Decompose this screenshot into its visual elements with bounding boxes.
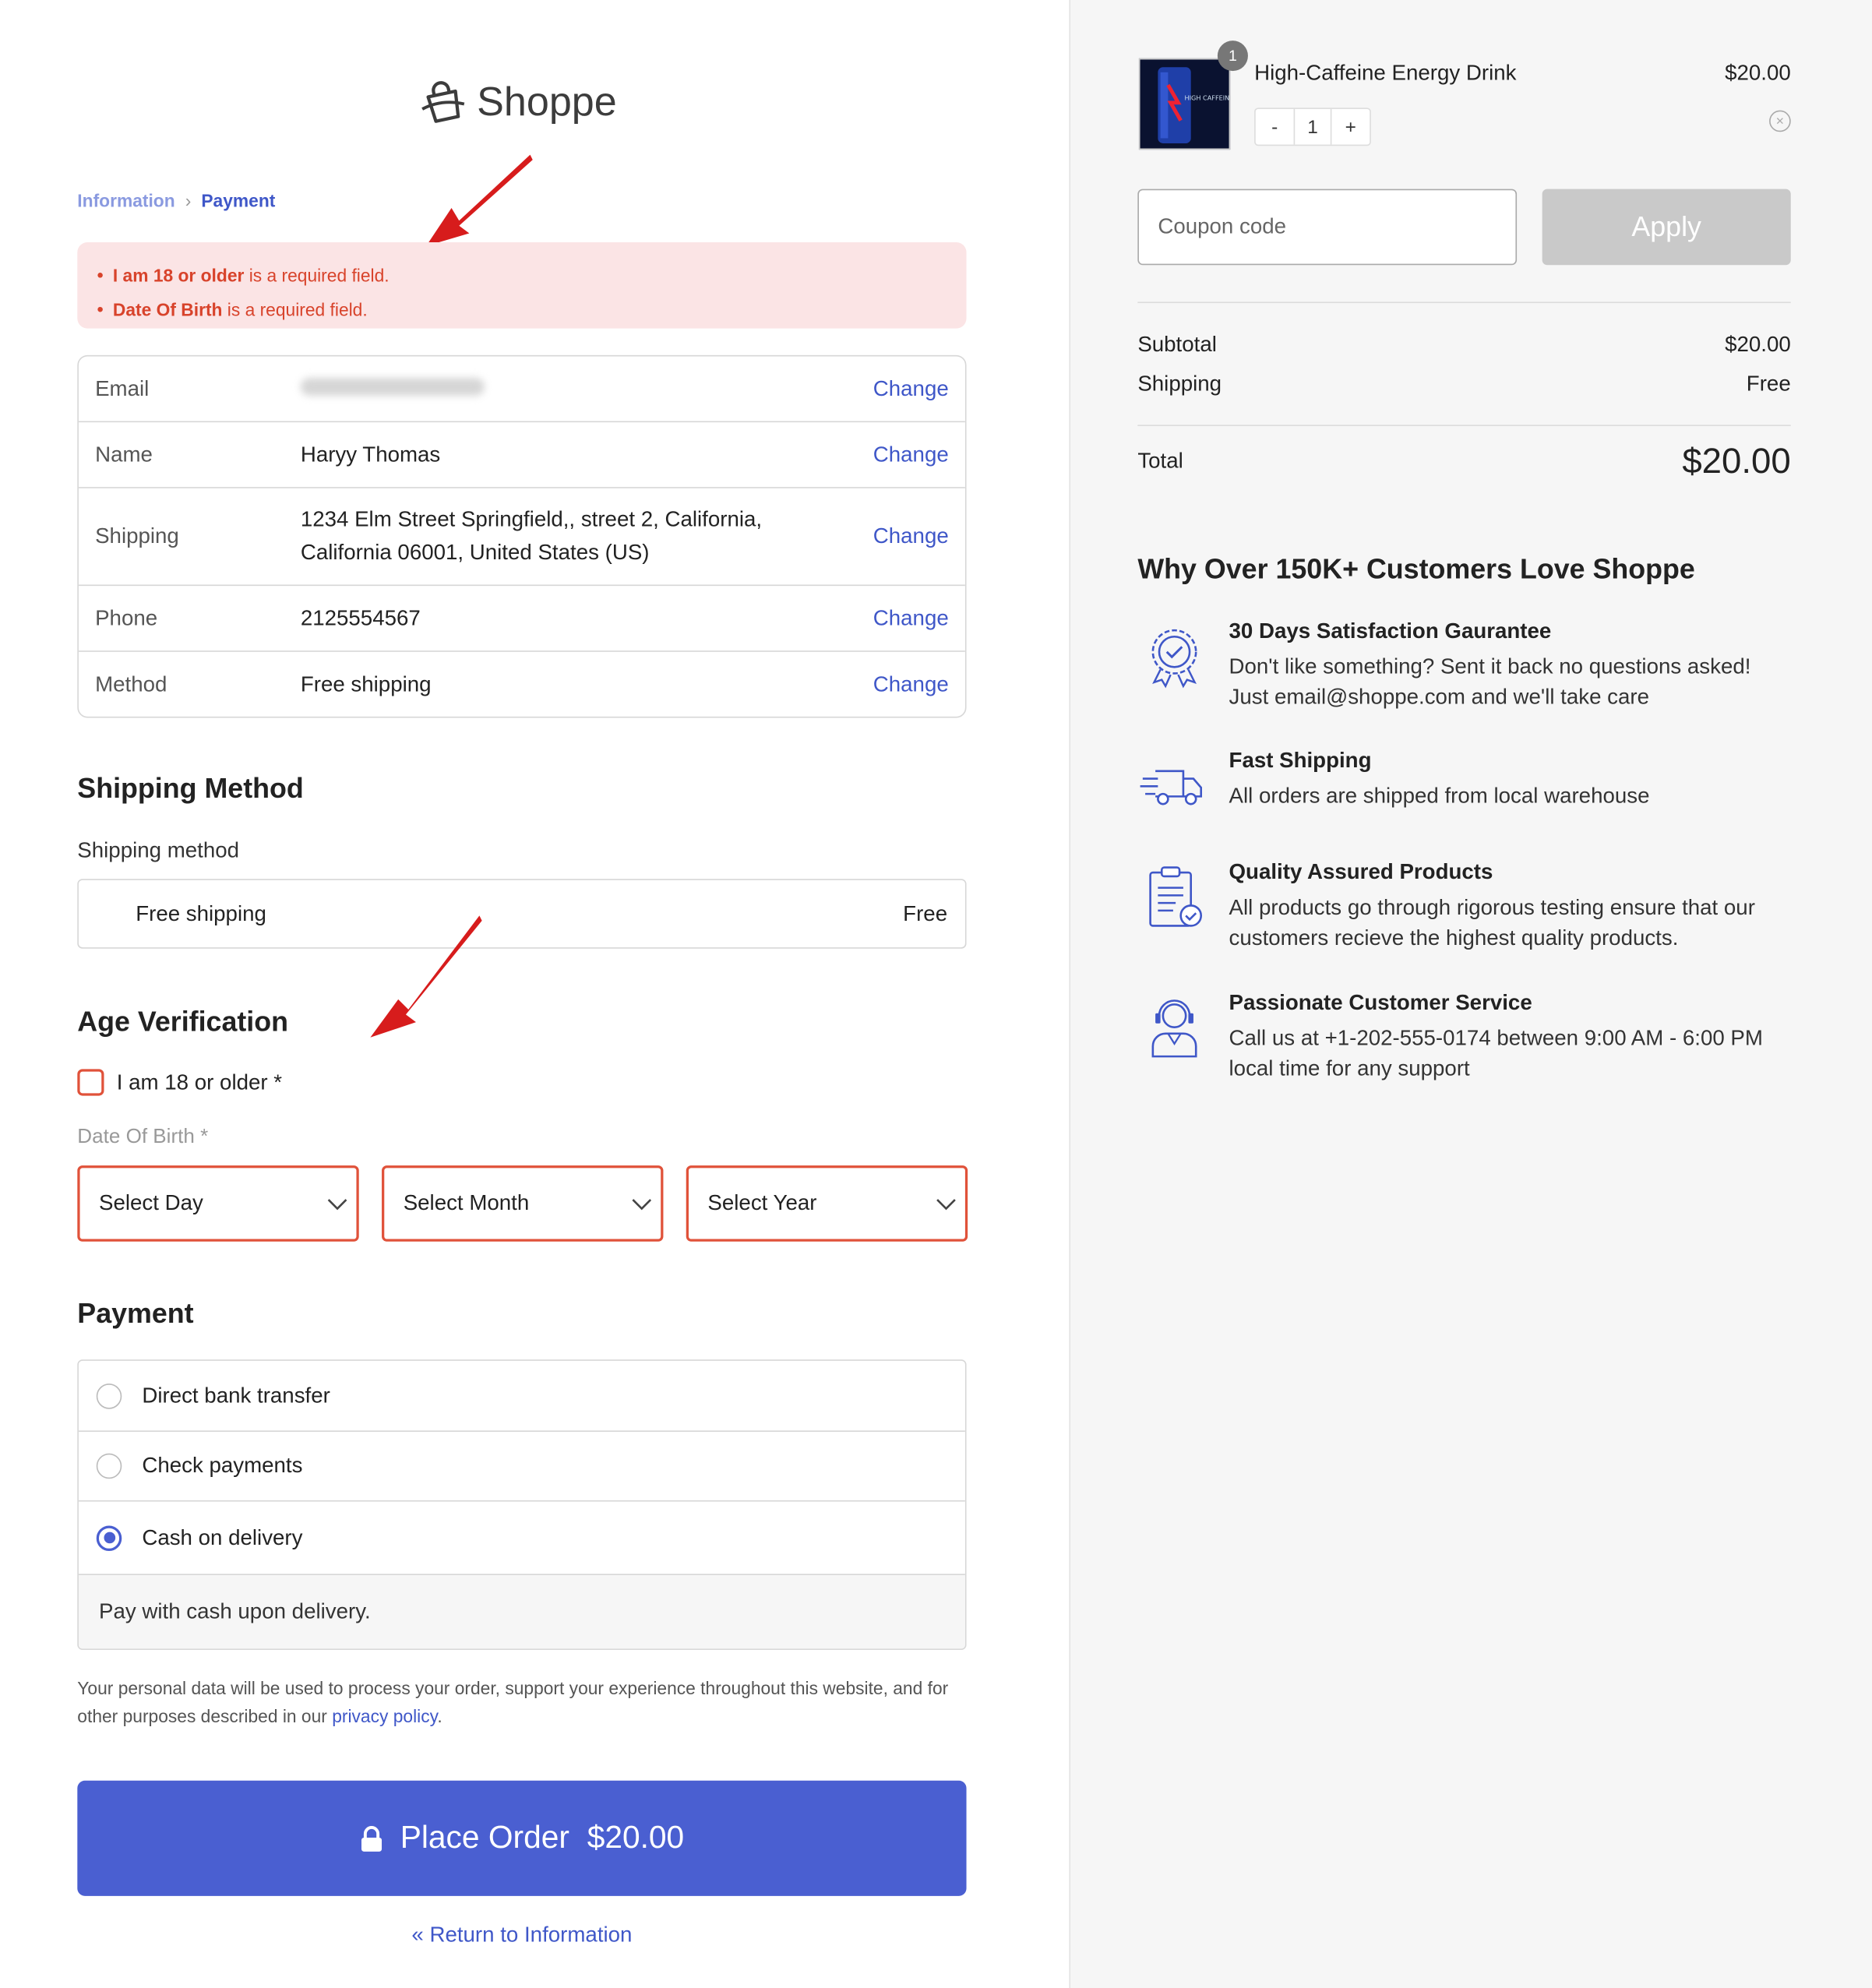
product-price: $20.00 (1725, 61, 1791, 86)
shopping-bag-icon (421, 81, 465, 123)
change-shipping-link[interactable]: Change (873, 523, 949, 549)
error-item-dob: Date Of Birth is a required field. (97, 291, 946, 326)
customer-info-table: Email Change Name Haryy Thomas Change Sh… (77, 354, 967, 718)
shipping-method-heading: Shipping Method (77, 772, 304, 805)
lock-icon (361, 1825, 382, 1852)
feature-satisfaction: 30 Days Satisfaction Gaurantee Don't lik… (1137, 619, 1790, 712)
clipboard-check-icon (1149, 866, 1203, 927)
badge-check-icon (1151, 629, 1197, 689)
shipping-option-free[interactable]: Free shipping Free (77, 879, 967, 949)
age-verification-heading: Age Verification (77, 1006, 289, 1038)
remove-item-icon[interactable]: × (1769, 110, 1791, 132)
dob-label: Date Of Birth * (77, 1126, 209, 1148)
email-value-blurred (300, 377, 485, 396)
breadcrumb: Information › Payment (77, 190, 275, 210)
privacy-notice: Your personal data will be used to proce… (77, 1677, 949, 1726)
info-row-name: Name Haryy Thomas Change (78, 422, 965, 488)
chevron-down-icon (327, 1199, 347, 1211)
error-notice: I am 18 or older is a required field. Da… (77, 241, 967, 329)
age-checkbox-label: I am 18 or older * (116, 1070, 283, 1094)
breadcrumb-payment: Payment (201, 190, 276, 211)
select-day-dropdown[interactable]: Select Day (77, 1165, 359, 1242)
radio-button[interactable] (96, 1453, 122, 1479)
support-agent-icon (1151, 999, 1197, 1058)
qty-increase-button[interactable]: + (1331, 109, 1370, 145)
return-to-information-link[interactable]: « Return to Information (77, 1923, 966, 1948)
order-summary-panel: HIGH CAFFEINE HIGH ENERGY 1 High-Caffein… (1069, 0, 1872, 1988)
radio-button[interactable] (96, 1383, 122, 1408)
shipping-method-label: Shipping method (77, 838, 240, 863)
chevron-down-icon (632, 1199, 652, 1211)
payment-heading: Payment (77, 1297, 194, 1330)
truck-icon (1140, 770, 1203, 805)
age-checkbox[interactable] (77, 1069, 104, 1096)
energy-drink-can-icon: HIGH CAFFEINE HIGH ENERGY (1140, 59, 1231, 149)
privacy-policy-link[interactable]: privacy policy (332, 1706, 437, 1726)
payment-methods: Direct bank transfer Check payments Cash… (77, 1359, 967, 1651)
breadcrumb-information[interactable]: Information (77, 190, 175, 210)
change-phone-link[interactable]: Change (873, 605, 949, 631)
chevron-down-icon (936, 1199, 956, 1211)
quantity-stepper: - 1 + (1254, 108, 1371, 146)
svg-text:HIGH CAFFEINE HIGH ENERGY: HIGH CAFFEINE HIGH ENERGY (1185, 94, 1231, 102)
bullet-icon (97, 306, 103, 312)
change-name-link[interactable]: Change (873, 442, 949, 467)
info-row-shipping: Shipping 1234 Elm Street Springfield,, s… (78, 488, 965, 587)
payment-option-cod[interactable]: Cash on delivery (78, 1502, 965, 1575)
checkout-form-panel: Shoppe Information › Payment I am 18 or … (0, 0, 1070, 1988)
apply-coupon-button[interactable]: Apply (1542, 189, 1791, 266)
payment-option-bank[interactable]: Direct bank transfer (78, 1361, 965, 1433)
why-heading: Why Over 150K+ Customers Love Shoppe (1137, 552, 1695, 585)
divider (1137, 301, 1791, 304)
feature-fast-shipping: Fast Shipping All orders are shipped fro… (1137, 749, 1790, 822)
feature-quality: Quality Assured Products All products go… (1137, 860, 1790, 953)
info-row-email: Email Change (78, 356, 965, 423)
payment-option-check[interactable]: Check payments (78, 1432, 965, 1502)
subtotal-row: Subtotal $20.00 (1137, 332, 1791, 357)
coupon-input[interactable]: Coupon code (1137, 189, 1518, 266)
info-row-method: Method Free shipping Change (95, 671, 949, 697)
radio-button-selected[interactable] (96, 1524, 122, 1551)
age-checkbox-row[interactable]: I am 18 or older * (77, 1069, 283, 1096)
cart-quantity-badge: 1 (1217, 41, 1248, 72)
select-month-dropdown[interactable]: Select Month (382, 1165, 664, 1242)
total-row: Total $20.00 (1137, 441, 1791, 481)
qty-decrease-button[interactable]: - (1256, 109, 1294, 145)
place-order-button[interactable]: Place Order $20.00 (77, 1780, 967, 1896)
shoppe-logo[interactable]: Shoppe (418, 76, 617, 127)
checkout-page: Shoppe Information › Payment I am 18 or … (0, 0, 1872, 1988)
feature-customer-service: Passionate Customer Service Call us at +… (1137, 990, 1790, 1084)
change-email-link[interactable]: Change (873, 376, 949, 402)
select-year-dropdown[interactable]: Select Year (686, 1165, 968, 1242)
product-name: High-Caffeine Energy Drink (1254, 61, 1517, 86)
product-image: HIGH CAFFEINE HIGH ENERGY (1138, 58, 1231, 150)
annotation-arrow-icon (426, 154, 533, 246)
info-row-phone: Phone 2125554567 Change (78, 586, 965, 652)
divider (1137, 425, 1791, 427)
annotation-arrow-icon (370, 915, 482, 1038)
qty-input[interactable]: 1 (1293, 109, 1332, 145)
bullet-icon (97, 272, 103, 277)
chevron-right-icon: › (185, 190, 192, 211)
payment-description: Pay with cash upon delivery. (78, 1574, 965, 1649)
brand-name: Shoppe (477, 78, 617, 124)
error-item-age: I am 18 or older is a required field. (97, 257, 946, 291)
change-method-link[interactable]: Change (873, 671, 949, 697)
shipping-row: Shipping Free (1137, 372, 1791, 396)
